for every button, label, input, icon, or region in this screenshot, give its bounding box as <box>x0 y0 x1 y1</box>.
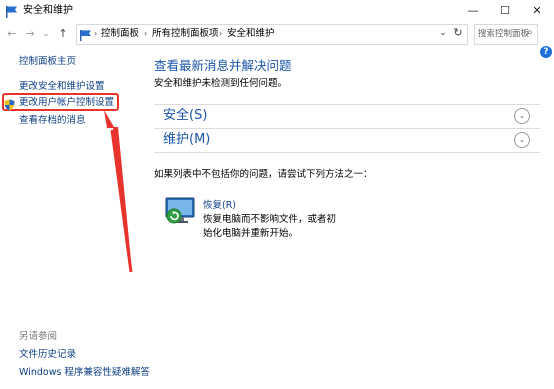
recovery-link[interactable]: 恢复(R) <box>203 199 236 212</box>
page-heading: 查看最新消息并解决问题 <box>154 58 292 73</box>
maintenance-expand-chevron-icon[interactable]: ⌄ <box>514 132 530 148</box>
recovery-description-line2: 始化电脑并重新开始。 <box>203 228 299 239</box>
status-text: 安全和维护未检测到任何问题。 <box>154 78 288 89</box>
recovery-description-line1: 恢复电脑而不影响文件，或者初 <box>203 214 337 225</box>
maintenance-section-toggle[interactable]: 维护(M) <box>163 131 210 149</box>
section-divider <box>154 128 540 129</box>
recovery-computer-icon <box>163 196 197 226</box>
section-divider <box>154 152 540 153</box>
section-divider <box>154 104 540 105</box>
security-expand-chevron-icon[interactable]: ⌄ <box>514 108 530 124</box>
security-section-toggle[interactable]: 安全(S) <box>163 107 207 125</box>
hint-text: 如果列表中不包括你的问题，请尝试下列方法之一： <box>154 169 373 180</box>
